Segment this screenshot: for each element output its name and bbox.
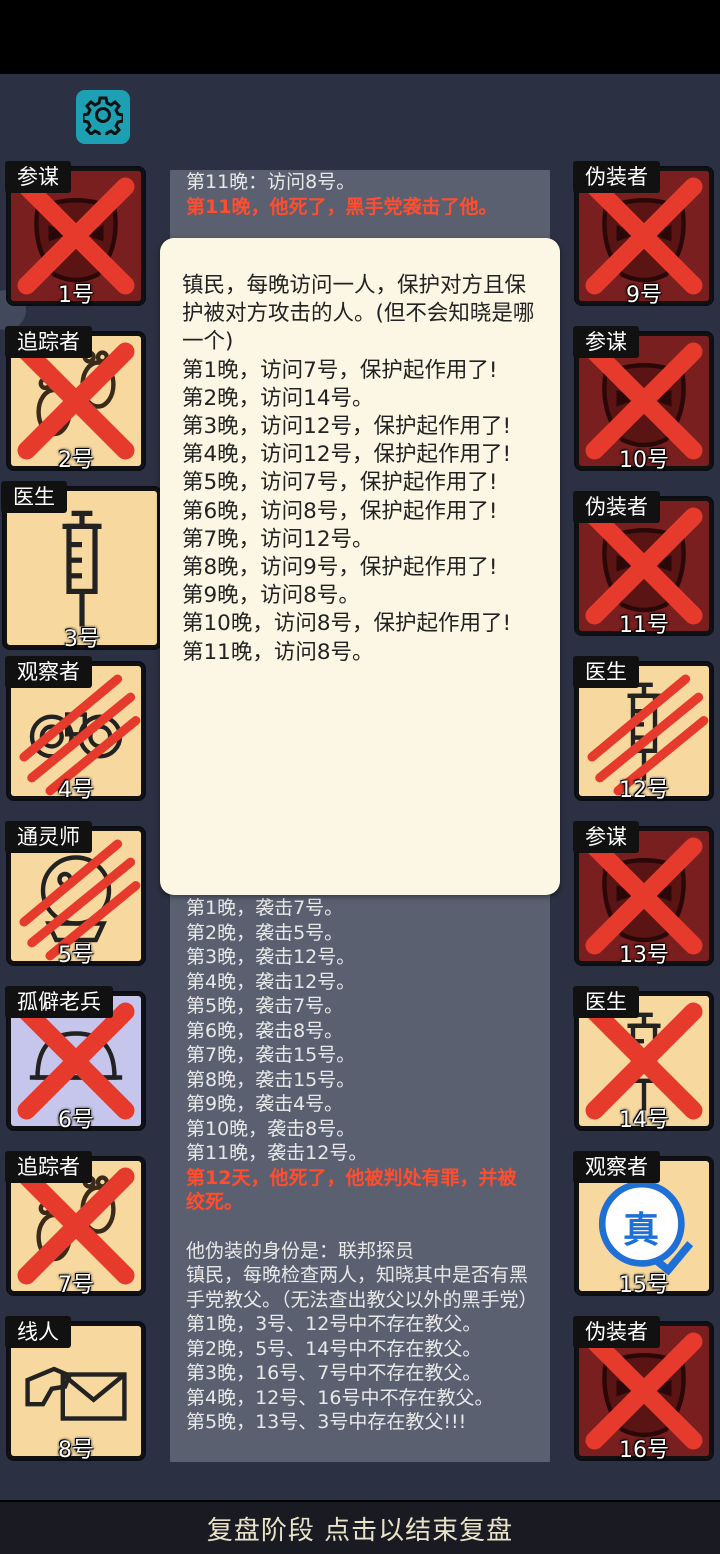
player-number: 1号: [58, 283, 94, 308]
popup-log-line: 第6晚，访问8号，保护起作用了!: [182, 498, 498, 524]
log-line: 第11晚，袭击12号。: [186, 1142, 368, 1164]
role-label: 医生: [1, 481, 67, 513]
role-label: 伪装者: [573, 161, 660, 193]
role-label: 参谋: [573, 821, 639, 853]
end-review-button[interactable]: 复盘阶段 点击以结束复盘: [0, 1500, 720, 1554]
player-tile-5[interactable]: 通灵师 5号: [5, 821, 144, 968]
end-review-label: 复盘阶段 点击以结束复盘: [206, 1515, 514, 1546]
player-tile-2[interactable]: 追踪者 2号: [5, 326, 144, 473]
player-tile-16[interactable]: 伪装者 16号: [573, 1316, 712, 1463]
player-number: 11号: [619, 613, 669, 638]
player-tile-13[interactable]: 参谋 13号: [573, 821, 712, 968]
role-label: 孤僻老兵: [5, 986, 113, 1018]
player-tile-6[interactable]: 孤僻老兵 6号: [5, 986, 144, 1133]
truth-stamp-icon: 真: [589, 1171, 699, 1281]
log-spacer: [186, 1215, 534, 1239]
role-label: 观察者: [5, 656, 92, 688]
log-death-line: 第11晚，他死了，黑手党袭击了他。: [186, 195, 498, 218]
role-label: 观察者: [573, 1151, 660, 1183]
popup-log-line: 第5晚，访问7号，保护起作用了!: [182, 470, 498, 496]
envelope-icon: [21, 1336, 131, 1446]
status-bar: [0, 0, 720, 74]
log-line: 第4晚，袭击12号。: [186, 970, 356, 993]
popup-log-line: 第11晚，访问8号。: [182, 639, 374, 665]
role-label: 通灵师: [5, 821, 92, 853]
role-label: 参谋: [573, 326, 639, 358]
log-line: 第9晚，袭击4号。: [186, 1093, 344, 1115]
log-line: 第6晚，袭击8号。: [186, 1019, 344, 1042]
log-lower-section: 第1晚，袭击7号。 第2晚，袭击5号。 第3晚，袭击12号。 第4晚，袭击12号。 第5…: [186, 896, 538, 1435]
log-line: 第1晚，3号、12号中不存在教父。: [186, 1313, 482, 1335]
log-line: 第7晚，袭击15号。: [186, 1044, 356, 1066]
log-line: 他伪装的身份是：联邦探员: [186, 1239, 415, 1262]
player-tile-7[interactable]: 追踪者 7号: [5, 1151, 144, 1298]
player-number: 9号: [626, 283, 662, 308]
log-line: 第3晚，袭击12号。: [186, 946, 356, 968]
player-number: 7号: [58, 1273, 94, 1298]
player-number: 2号: [58, 448, 94, 473]
popup-log-line: 第1晚，访问7号，保护起作用了!: [182, 357, 498, 383]
popup-description: 镇民，每晚访问一人，保护对方且保护被对方攻击的人。(但不会知晓是哪一个): [182, 273, 535, 355]
role-label: 伪装者: [573, 1316, 660, 1348]
player-number: 4号: [58, 778, 94, 803]
role-label: 医生: [573, 986, 639, 1018]
player-number: 3号: [64, 627, 100, 652]
popup-log-line: 第7晚，访问12号。: [182, 526, 374, 552]
log-line: 第5晚，13号、3号中存在教父!!!: [186, 1411, 467, 1433]
log-line: 第5晚，袭击7号。: [186, 995, 344, 1017]
role-label: 医生: [573, 656, 639, 688]
player-number: 10号: [619, 448, 669, 473]
player-number: 12号: [619, 778, 669, 803]
role-label: 伪装者: [573, 491, 660, 523]
log-death-line: 第12天，他死了，他被判处有罪，并被绞死。: [186, 1166, 517, 1214]
role-detail-popup[interactable]: 镇民，每晚访问一人，保护对方且保护被对方攻击的人。(但不会知晓是哪一个) 第1晚，…: [160, 238, 560, 895]
popup-log-line: 第4晚，访问12号，保护起作用了!: [182, 442, 512, 468]
log-line: 第4晚，12号、16号中不存在教父。: [186, 1386, 494, 1409]
player-number: 13号: [619, 943, 669, 968]
player-tile-3[interactable]: 医生 3号: [1, 481, 160, 652]
log-line: 第1晚，袭击7号。: [186, 897, 344, 919]
log-line: 第2晚，5号、14号中不存在教父。: [186, 1337, 482, 1360]
player-tile-8[interactable]: 线人 8号: [5, 1316, 144, 1463]
popup-log-line: 第10晚，访问8号，保护起作用了!: [182, 611, 512, 637]
player-number: 14号: [619, 1108, 669, 1133]
player-tile-11[interactable]: 伪装者 11号: [573, 491, 712, 638]
player-tile-15[interactable]: 真 观察者 15号: [573, 1151, 712, 1298]
log-top-section: 第11晚：访问8号。 第11晚，他死了，黑手党袭击了他。: [186, 170, 534, 219]
player-tile-4[interactable]: 观察者 4号: [5, 656, 144, 803]
role-label: 参谋: [5, 161, 71, 193]
player-tile-12[interactable]: 医生 12号: [573, 656, 712, 803]
log-line: 第10晚，袭击8号。: [186, 1117, 356, 1140]
popup-log-line: 第2晚，访问14号。: [182, 385, 374, 411]
log-line: 第8晚，袭击15号。: [186, 1068, 356, 1091]
player-tile-1[interactable]: 参谋 1号: [5, 161, 144, 308]
player-tile-14[interactable]: 医生 14号: [573, 986, 712, 1133]
role-label: 追踪者: [5, 326, 92, 358]
log-line: 第2晚，袭击5号。: [186, 921, 344, 944]
popup-log-line: 第9晚，访问8号。: [182, 583, 360, 609]
popup-log-line: 第3晚，访问12号，保护起作用了!: [182, 414, 512, 440]
role-label: 追踪者: [5, 1151, 92, 1183]
player-number: 6号: [58, 1108, 94, 1133]
player-tile-9[interactable]: 伪装者 9号: [573, 161, 712, 308]
role-label: 线人: [5, 1316, 71, 1348]
player-number: 8号: [58, 1438, 94, 1463]
player-number: 16号: [619, 1438, 669, 1463]
log-line: 第3晚，16号、7号中不存在教父。: [186, 1362, 482, 1384]
player-tile-10[interactable]: 参谋 10号: [573, 326, 712, 473]
settings-button[interactable]: [76, 90, 130, 144]
player-number: 15号: [619, 1273, 669, 1298]
gear-icon: [81, 95, 125, 140]
syringe-icon: [17, 501, 147, 635]
popup-log-line: 第8晚，访问9号，保护起作用了!: [182, 555, 498, 581]
truth-stamp-label: 真: [622, 1210, 659, 1251]
log-line: 第11晚：访问8号。: [186, 171, 356, 193]
log-line: 镇民，每晚检查两人，知晓其中是否有黑手党教父。（无法查出教父以外的黑手党）: [186, 1264, 538, 1311]
player-number: 5号: [58, 943, 94, 968]
